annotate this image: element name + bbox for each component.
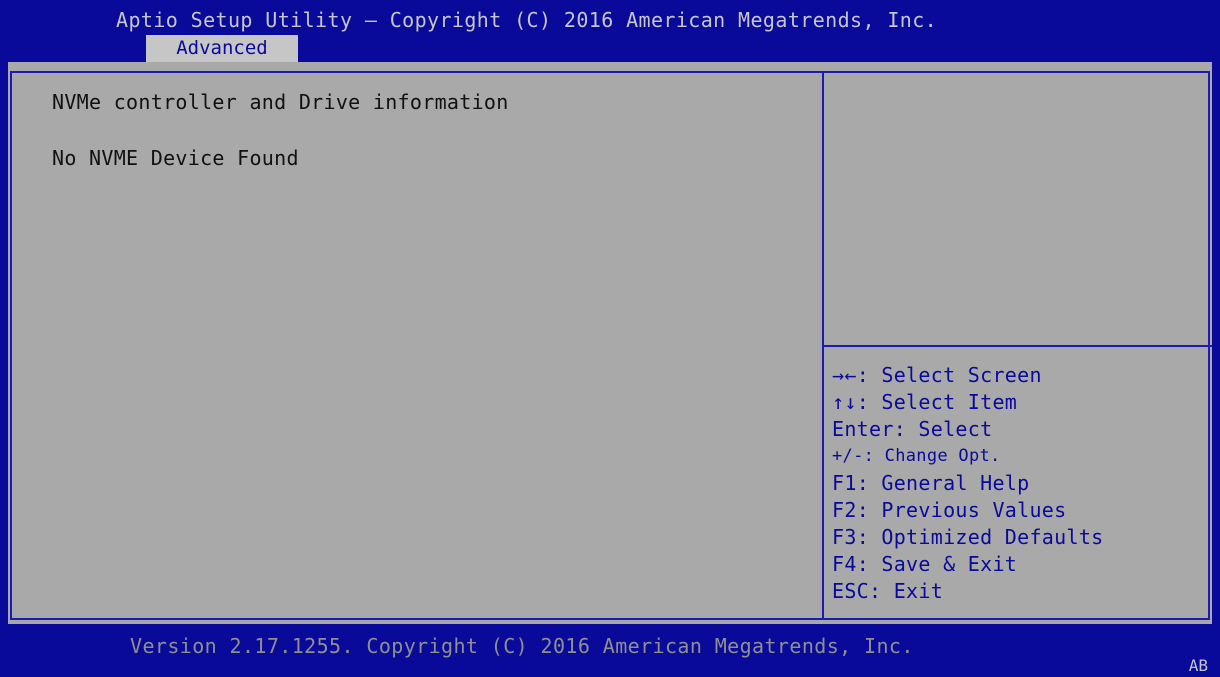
help-general-help: F1: General Help xyxy=(832,471,1030,495)
status-text: No NVME Device Found xyxy=(52,146,299,170)
key-help-list: →←: Select Screen ↑↓: Select Item Enter:… xyxy=(832,362,1104,605)
arrows-ud-icon: ↑↓ xyxy=(832,390,857,414)
help-save-exit: F4: Save & Exit xyxy=(832,552,1018,576)
help-exit: ESC: Exit xyxy=(832,579,944,603)
help-select-screen: →←: Select Screen xyxy=(832,363,1042,387)
help-select-item: ↑↓: Select Item xyxy=(832,390,1018,414)
version-text: Version 2.17.1255. Copyright (C) 2016 Am… xyxy=(130,634,914,658)
help-divider xyxy=(824,345,1212,347)
help-enter: Enter: Select xyxy=(832,417,993,441)
tab-advanced[interactable]: Advanced xyxy=(146,35,298,62)
app-title: Aptio Setup Utility – Copyright (C) 2016… xyxy=(116,8,938,32)
help-change-opt: +/-: Change Opt. xyxy=(832,446,1001,466)
post-code: AB xyxy=(1188,656,1208,675)
help-previous-values: F2: Previous Values xyxy=(832,498,1067,522)
arrows-lr-icon: →← xyxy=(832,363,857,387)
footer-bar: Version 2.17.1255. Copyright (C) 2016 Am… xyxy=(0,624,1220,677)
section-heading: NVMe controller and Drive information xyxy=(52,90,509,114)
help-optimized-defaults: F3: Optimized Defaults xyxy=(832,525,1104,549)
title-bar: Aptio Setup Utility – Copyright (C) 2016… xyxy=(0,0,1220,62)
item-help-area xyxy=(834,80,1204,330)
